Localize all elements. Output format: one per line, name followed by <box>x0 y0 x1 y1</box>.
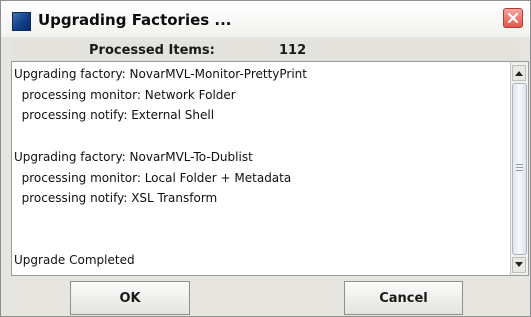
log-line: processing notify: XSL Transform <box>14 191 218 206</box>
log-text-area[interactable]: Upgrading factory: NovarMVL-Monitor-Pret… <box>11 61 529 276</box>
close-button[interactable] <box>503 8 523 28</box>
log-line: processing monitor: Local Folder + Metad… <box>14 170 292 185</box>
title-bar[interactable]: Upgrading Factories ... <box>1 1 530 37</box>
close-icon <box>508 13 518 23</box>
window-title: Upgrading Factories ... <box>38 11 232 29</box>
arrow-up-icon <box>515 71 523 76</box>
log-text: Upgrading factory: NovarMVL-Monitor-Pret… <box>14 64 510 274</box>
log-line: Upgrading factory: NovarMVL-To-Dublist <box>14 149 253 164</box>
grip-line <box>516 170 523 171</box>
grip-line <box>516 164 523 165</box>
log-line: processing notify: External Shell <box>14 108 215 123</box>
log-line: Upgrading factory: NovarMVL-Monitor-Pret… <box>14 67 307 81</box>
app-icon <box>12 12 31 31</box>
processed-items-count: 112 <box>279 43 307 58</box>
upgrade-dialog: Upgrading Factories ... Processed Items:… <box>0 0 531 317</box>
log-line: Upgrade Completed <box>14 253 135 268</box>
scroll-up-button[interactable] <box>512 65 526 81</box>
scroll-down-button[interactable] <box>512 257 526 273</box>
cancel-button[interactable]: Cancel <box>344 281 463 315</box>
scroll-thumb[interactable] <box>512 83 527 255</box>
processed-items-label: Processed Items: <box>89 43 215 58</box>
vertical-scrollbar[interactable] <box>510 62 528 275</box>
arrow-down-icon <box>515 262 523 267</box>
ok-button[interactable]: OK <box>70 281 190 315</box>
progress-header: Processed Items: 112 <box>11 41 519 61</box>
log-line: processing monitor: Network Folder <box>14 87 236 102</box>
grip-line <box>516 167 523 168</box>
